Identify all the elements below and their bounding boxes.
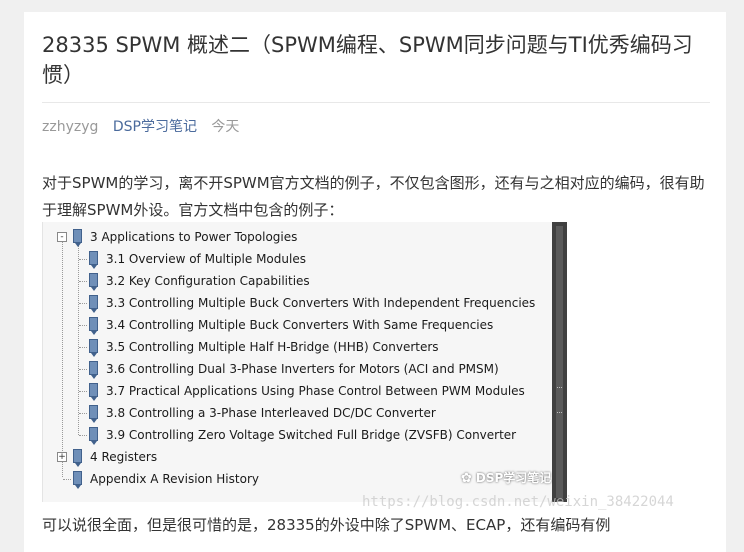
category-link[interactable]: DSP学习笔记 xyxy=(113,119,197,135)
tree-item[interactable]: 3.6 Controlling Dual 3-Phase Inverters f… xyxy=(43,359,548,379)
bookmark-icon xyxy=(89,361,98,379)
tree-item-label: 3.4 Controlling Multiple Buck Converters… xyxy=(106,318,494,332)
scrollbar-grip-icon xyxy=(557,387,562,413)
tree-branch-line xyxy=(63,479,71,480)
bookmark-icon xyxy=(89,383,98,401)
tree-item[interactable]: 3.2 Key Configuration Capabilities xyxy=(43,271,548,291)
bookmark-icon xyxy=(73,471,82,489)
tree-branch-line xyxy=(79,369,87,370)
bookmark-icon xyxy=(89,251,98,269)
bookmark-icon xyxy=(89,295,98,313)
tree-branch-line xyxy=(79,391,87,392)
article-meta: zzhyzyg DSP学习笔记 今天 xyxy=(42,116,239,136)
tree-item-label: 3 Applications to Power Topologies xyxy=(90,230,298,244)
next-paragraph: 可以说很全面，但是很可惜的是，28335的外设中除了SPWM、ECAP，还有编码… xyxy=(42,516,611,534)
tree-branch-line xyxy=(79,325,87,326)
title-divider xyxy=(42,102,710,103)
bookmark-icon xyxy=(89,317,98,335)
bookmark-icon xyxy=(89,405,98,423)
tree-item[interactable]: 3.3 Controlling Multiple Buck Converters… xyxy=(43,293,548,313)
tree-item-label: 3.5 Controlling Multiple Half H-Bridge (… xyxy=(106,340,439,354)
article-title: 28335 SPWM 概述二（SPWM编程、SPWM同步问题与TI优秀编码习惯） xyxy=(42,33,693,87)
tree-branch-line xyxy=(79,347,87,348)
scrollbar-thumb[interactable] xyxy=(556,226,563,498)
bookmark-icon xyxy=(89,339,98,357)
collapse-icon[interactable]: - xyxy=(57,232,67,242)
tree-item[interactable]: 3.4 Controlling Multiple Buck Converters… xyxy=(43,315,548,335)
tree-item-label: 3.1 Overview of Multiple Modules xyxy=(106,252,306,266)
tree-item-label: 3.2 Key Configuration Capabilities xyxy=(106,274,310,288)
bookmark-tree-screenshot: ✿ DSP学习笔记 -3 Applications to Power Topolo… xyxy=(42,222,567,502)
scrollbar[interactable] xyxy=(552,222,567,502)
expand-icon[interactable]: + xyxy=(57,452,67,462)
tree-item-label: 3.7 Practical Applications Using Phase C… xyxy=(106,384,525,398)
tree-item[interactable]: +4 Registers xyxy=(43,447,548,467)
tree-branch-line xyxy=(79,303,87,304)
url-watermark: https://blog.csdn.net/weixin_38422044 xyxy=(362,494,674,510)
publish-time: 今天 xyxy=(211,119,240,135)
tree-item[interactable]: Appendix A Revision History xyxy=(43,469,548,489)
tree-branch-line xyxy=(79,259,87,260)
tree-item[interactable]: - 3 Applications to Power Topologies xyxy=(43,227,548,247)
bookmark-icon xyxy=(89,273,98,291)
tree-item[interactable]: 3.5 Controlling Multiple Half H-Bridge (… xyxy=(43,337,548,357)
tree-branch-line xyxy=(79,413,87,414)
bookmark-icon xyxy=(89,427,98,445)
tree-item-label: 3.3 Controlling Multiple Buck Converters… xyxy=(106,296,536,310)
tree-branch-line xyxy=(79,435,87,436)
bookmark-icon xyxy=(73,449,82,467)
tree-item-label: Appendix A Revision History xyxy=(90,472,259,486)
tree-branch-line xyxy=(79,281,87,282)
tree-item[interactable]: 3.9 Controlling Zero Voltage Switched Fu… xyxy=(43,425,548,445)
tree-item-label: 3.9 Controlling Zero Voltage Switched Fu… xyxy=(106,428,517,442)
tree-item[interactable]: 3.7 Practical Applications Using Phase C… xyxy=(43,381,548,401)
intro-paragraph: 对于SPWM的学习，离不开SPWM官方文档的例子，不仅包含图形，还有与之相对应的… xyxy=(42,174,705,219)
tree-item-label: 3.6 Controlling Dual 3-Phase Inverters f… xyxy=(106,362,499,376)
tree-item-label: 3.8 Controlling a 3-Phase Interleaved DC… xyxy=(106,406,436,420)
tree-item[interactable]: 3.8 Controlling a 3-Phase Interleaved DC… xyxy=(43,403,548,423)
tree-item[interactable]: 3.1 Overview of Multiple Modules xyxy=(43,249,548,269)
tree-item-label: 4 Registers xyxy=(90,450,158,464)
author-link[interactable]: zzhyzyg xyxy=(42,119,98,135)
bookmark-icon xyxy=(73,229,82,247)
